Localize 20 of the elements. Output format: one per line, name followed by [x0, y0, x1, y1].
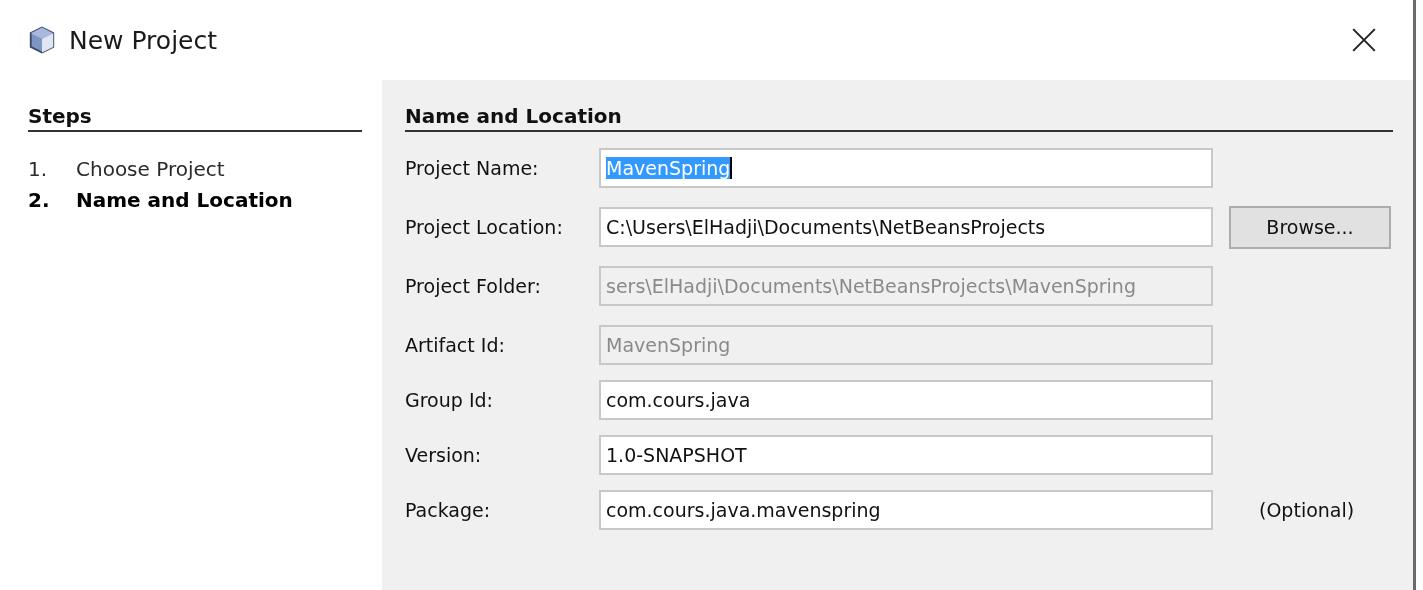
input-field[interactable]: com.cours.java.mavenspring [599, 490, 1213, 530]
section-heading: Name and Location [405, 104, 1393, 132]
cube-icon [27, 25, 57, 55]
input-field[interactable]: com.cours.java [599, 380, 1213, 420]
field-label: Package: [405, 499, 492, 521]
input-field[interactable]: C:\Users\ElHadji\Documents\NetBeansProjects [599, 207, 1213, 247]
field-label: Group Id: [405, 389, 494, 411]
field-label: Project Location: [405, 216, 564, 238]
step-item: 1. Choose Project [28, 156, 226, 183]
field-label: Version: [405, 444, 483, 466]
browse-button[interactable]: Browse... [1229, 205, 1391, 249]
step-item: 2. Name and Location [28, 187, 294, 214]
input-field[interactable]: 1.0-SNAPSHOT [599, 435, 1213, 475]
field-label: Artifact Id: [405, 334, 506, 356]
field-label: Project Name: [405, 157, 540, 179]
optional-note: (Optional) [1259, 499, 1355, 521]
window-title: New Project [69, 25, 217, 55]
steps-heading: Steps [28, 104, 362, 132]
close-icon[interactable] [1351, 27, 1377, 53]
field-label: Project Folder: [405, 275, 542, 297]
